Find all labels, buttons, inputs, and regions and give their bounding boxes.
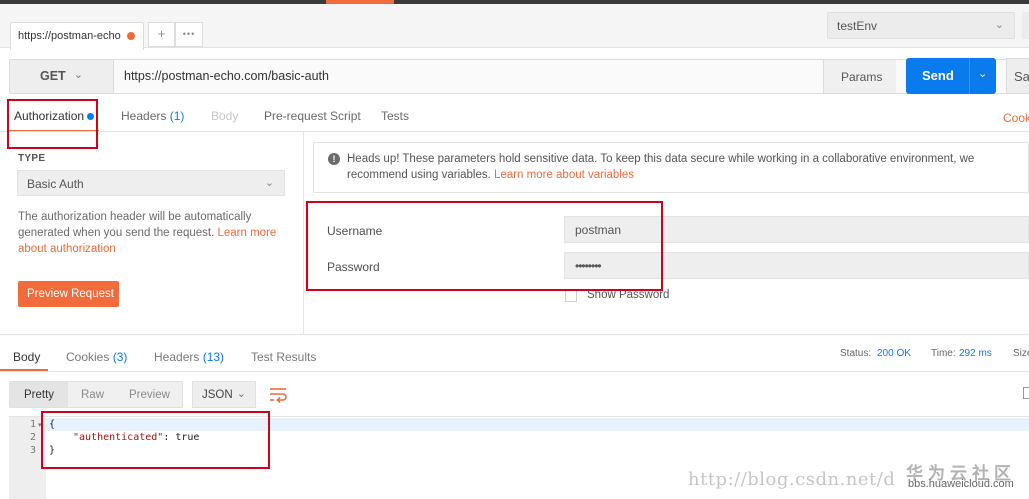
- language-value: JSON: [202, 389, 233, 401]
- notice-body: Heads up! These parameters hold sensitiv…: [347, 153, 975, 181]
- chevron-down-icon: ⌄: [73, 69, 83, 81]
- tab-headers[interactable]: Headers (1): [121, 109, 184, 123]
- auth-type-heading: TYPE: [18, 153, 46, 164]
- subtab-divider: [0, 131, 1029, 132]
- status-value: 200 OK: [877, 348, 911, 359]
- auth-type-value: Basic Auth: [27, 177, 84, 191]
- tab-headers-label: Headers: [121, 109, 167, 123]
- brand-site-watermark: bbs.huaweicloud.com: [908, 478, 1014, 490]
- params-button[interactable]: Params: [823, 60, 896, 93]
- response-tab-headers[interactable]: Headers (13): [154, 350, 224, 364]
- chevron-down-icon: ⌄: [994, 19, 1004, 31]
- time-label: Time:: [931, 348, 956, 359]
- notice-text: Heads up! These parameters hold sensitiv…: [347, 151, 1029, 183]
- line-number: 1: [29, 419, 36, 430]
- unsaved-dot-icon: [127, 32, 135, 40]
- response-tab-cookies-label: Cookies: [66, 350, 110, 364]
- language-select[interactable]: JSON ⌄: [192, 381, 256, 408]
- response-tab-body[interactable]: Body: [13, 350, 40, 364]
- request-tab-title: https://postman-echo: [18, 30, 121, 42]
- more-tabs-button[interactable]: •••: [175, 22, 203, 47]
- tab-pre-request-script[interactable]: Pre-request Script: [264, 109, 361, 123]
- request-tab[interactable]: https://postman-echo: [10, 22, 144, 50]
- show-password-checkbox[interactable]: [565, 290, 577, 302]
- response-divider: [0, 334, 1029, 335]
- copy-icon[interactable]: [1023, 387, 1029, 399]
- send-dropdown-button[interactable]: ⌄: [969, 58, 996, 94]
- blog-watermark: http://blog.csdn.net/d: [688, 469, 896, 490]
- response-tab-headers-label: Headers: [154, 350, 200, 364]
- time-value: 292 ms: [959, 348, 992, 359]
- line-number: 3: [29, 445, 36, 456]
- format-preview-button[interactable]: Preview: [129, 389, 170, 401]
- response-tab-headers-count: (13): [202, 350, 225, 364]
- tab-body[interactable]: Body: [211, 109, 238, 123]
- format-pretty-button[interactable]: Pretty: [24, 389, 54, 401]
- pane-divider: [303, 132, 304, 334]
- auth-help-text: The authorization header will be automat…: [18, 209, 283, 257]
- annotation-box-credentials: [306, 201, 663, 291]
- chevron-down-icon: ⌄: [978, 68, 988, 80]
- save-button[interactable]: Sav: [1006, 58, 1029, 94]
- annotation-box-response: [41, 411, 270, 469]
- response-tab-cookies-count: (3): [112, 350, 128, 364]
- tab-tests[interactable]: Tests: [381, 109, 409, 123]
- wrap-lines-button[interactable]: [266, 383, 290, 405]
- learn-more-variables-link[interactable]: Learn more about variables: [494, 169, 634, 181]
- preview-request-button[interactable]: Preview Request: [18, 281, 119, 307]
- send-button[interactable]: Send: [906, 58, 969, 94]
- size-label: Size: [1013, 348, 1029, 359]
- chevron-down-icon: ⌄: [236, 388, 246, 400]
- line-number: 2: [29, 432, 36, 443]
- method-select[interactable]: GET ⌄: [10, 60, 114, 93]
- info-icon: !: [328, 153, 340, 165]
- environment-select[interactable]: testEnv ⌄: [827, 12, 1015, 39]
- format-raw-button[interactable]: Raw: [81, 389, 104, 401]
- environment-quicklook-button[interactable]: [1022, 12, 1029, 39]
- response-tab-test-results[interactable]: Test Results: [251, 350, 316, 364]
- annotation-box-authorization: [7, 99, 98, 149]
- wrap-lines-icon: [270, 388, 287, 404]
- url-input[interactable]: https://postman-echo.com/basic-auth: [124, 69, 329, 83]
- response-tabs-divider: [0, 371, 1029, 372]
- chevron-down-icon: ⌄: [264, 177, 274, 189]
- response-tab-cookies[interactable]: Cookies (3): [66, 350, 127, 364]
- add-tab-button[interactable]: +: [148, 22, 175, 47]
- status-label: Status:: [840, 348, 872, 359]
- auth-type-select[interactable]: Basic Auth ⌄: [17, 170, 285, 196]
- environment-value: testEnv: [837, 19, 878, 33]
- tab-headers-count: (1): [169, 109, 185, 123]
- method-value: GET: [40, 69, 66, 83]
- cookies-link[interactable]: Cook: [1003, 111, 1029, 125]
